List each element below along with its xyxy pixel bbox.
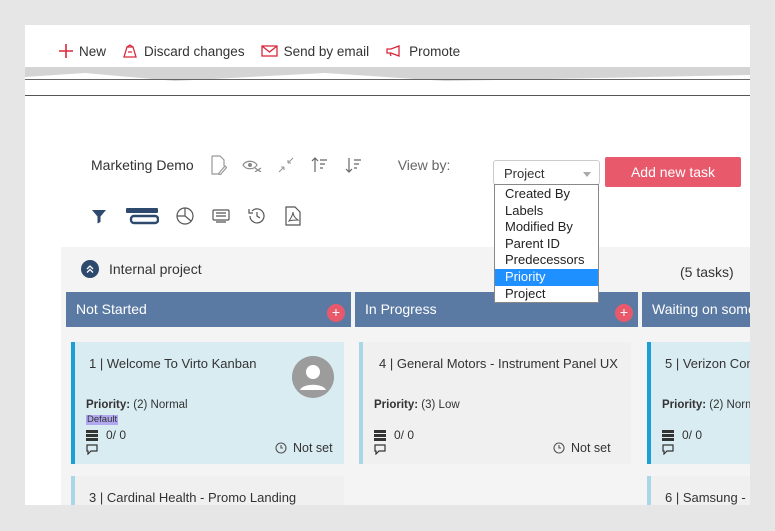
card-title: 4 | General Motors - Instrument Panel UX — [379, 356, 618, 371]
swimlane-title: Internal project — [109, 261, 202, 277]
card-priority: Priority: (2) Normal — [662, 399, 750, 411]
card-subtasks: 0/ 0 — [374, 428, 414, 442]
view-option-predecessors[interactable]: Predecessors — [495, 252, 598, 269]
checklist-icon — [86, 429, 98, 441]
swimlane-header: Internal project — [81, 260, 202, 278]
checklist-icon — [662, 429, 674, 441]
priority-value: (2) Normal — [709, 399, 750, 411]
discard-changes-button[interactable]: Discard changes — [122, 44, 245, 59]
card-due-date[interactable]: Not set — [275, 441, 333, 455]
clock-icon — [275, 442, 287, 454]
card-due-date[interactable]: Not set — [553, 441, 611, 455]
comment-icon[interactable] — [374, 442, 386, 460]
collapse-swimlane-button[interactable] — [81, 260, 99, 278]
task-card[interactable]: 6 | Samsung - — [647, 476, 750, 505]
card-view-icon[interactable] — [211, 206, 231, 226]
hide-details-icon[interactable] — [242, 155, 262, 175]
discard-icon — [123, 44, 137, 58]
priority-label: Priority: — [374, 399, 419, 411]
new-label: New — [79, 43, 107, 59]
subtask-count: 0/ 0 — [106, 428, 127, 442]
board-name: Marketing Demo — [91, 157, 194, 173]
subtask-count: 0/ 0 — [394, 428, 415, 442]
card-priority: Priority: (2) Normal — [86, 399, 188, 411]
collapse-icon[interactable] — [276, 155, 296, 175]
column-title: In Progress — [365, 301, 437, 317]
view-option-parent-id[interactable]: Parent ID — [495, 236, 598, 253]
subtask-count: 0/ 0 — [682, 428, 703, 442]
card-title: 3 | Cardinal Health - Promo Landing — [89, 490, 297, 505]
add-new-task-button[interactable]: Add new task — [605, 157, 741, 187]
card-title: 6 | Samsung - — [665, 490, 746, 505]
sort-ascending-icon[interactable] — [310, 155, 330, 175]
view-by-value: Project — [504, 166, 545, 181]
app-frame: New Discard changes Send by email Promot… — [25, 25, 750, 505]
promote-label: Promote — [409, 43, 461, 59]
view-by-dropdown: Created By Labels Modified By Parent ID … — [494, 184, 599, 303]
send-by-email-button[interactable]: Send by email — [260, 43, 370, 59]
filter-icon[interactable] — [89, 206, 109, 226]
priority-value: (3) Low — [421, 399, 460, 411]
card-subtasks: 0/ 0 — [86, 428, 126, 442]
view-by-select[interactable]: Project — [493, 160, 600, 185]
due-value: Not set — [293, 441, 333, 455]
swimlane-task-count: (5 tasks) — [680, 264, 734, 280]
promote-button[interactable]: Promote — [385, 44, 460, 59]
column-title: Waiting on someone else — [652, 301, 750, 317]
view-toolbar — [89, 203, 319, 229]
column-title: Not Started — [76, 301, 147, 317]
task-card[interactable]: 5 | Verizon Communications Priority: (2)… — [647, 342, 750, 464]
email-icon — [260, 45, 278, 57]
clock-icon — [553, 442, 565, 454]
history-icon[interactable] — [247, 206, 267, 226]
add-task-in-progress-button[interactable]: + — [615, 304, 633, 322]
add-task-not-started-button[interactable]: + — [327, 304, 345, 322]
board-toolbar: Marketing Demo View by: — [91, 153, 464, 177]
discard-label: Discard changes — [144, 43, 245, 59]
new-button[interactable]: New — [59, 44, 106, 59]
comment-icon[interactable] — [86, 442, 98, 460]
card-title: 5 | Verizon Communications — [665, 356, 750, 371]
card-label-tag: Default — [86, 414, 119, 425]
priority-label: Priority: — [86, 399, 131, 411]
edit-board-icon[interactable] — [208, 155, 228, 175]
task-card[interactable]: 4 | General Motors - Instrument Panel UX… — [359, 342, 631, 464]
view-option-created-by[interactable]: Created By — [495, 186, 598, 203]
plus-icon — [59, 44, 73, 58]
header-divider — [25, 95, 750, 96]
priority-label: Priority: — [662, 399, 707, 411]
column-header-waiting[interactable]: Waiting on someone else — [642, 292, 750, 327]
card-subtasks: 0/ 0 — [662, 428, 702, 442]
task-card[interactable]: 3 | Cardinal Health - Promo Landing — [71, 476, 344, 505]
priority-value: (2) Normal — [133, 399, 188, 411]
card-priority: Priority: (3) Low — [374, 399, 460, 411]
swimlanes-icon[interactable] — [125, 206, 159, 226]
view-option-priority[interactable]: Priority — [495, 268, 598, 286]
megaphone-icon — [386, 45, 400, 57]
view-option-modified-by[interactable]: Modified By — [495, 219, 598, 236]
view-by-label: View by: — [397, 157, 451, 173]
view-option-labels[interactable]: Labels — [495, 203, 598, 220]
pdf-icon[interactable] — [283, 206, 303, 226]
card-title: 1 | Welcome To Virto Kanban — [89, 356, 257, 371]
comment-icon[interactable] — [662, 442, 674, 460]
email-label: Send by email — [283, 43, 370, 59]
sort-descending-icon[interactable] — [344, 155, 364, 175]
chart-icon[interactable] — [175, 206, 195, 226]
chevron-down-icon — [583, 172, 591, 177]
task-card[interactable]: 1 | Welcome To Virto Kanban Priority: (2… — [71, 342, 344, 464]
column-header-not-started[interactable]: Not Started — [66, 292, 351, 327]
checklist-icon — [374, 429, 386, 441]
avatar — [292, 356, 334, 398]
due-value: Not set — [571, 441, 611, 455]
ribbon-divider — [25, 79, 750, 80]
chevron-up-icon — [86, 265, 94, 273]
view-option-project[interactable]: Project — [495, 286, 598, 303]
